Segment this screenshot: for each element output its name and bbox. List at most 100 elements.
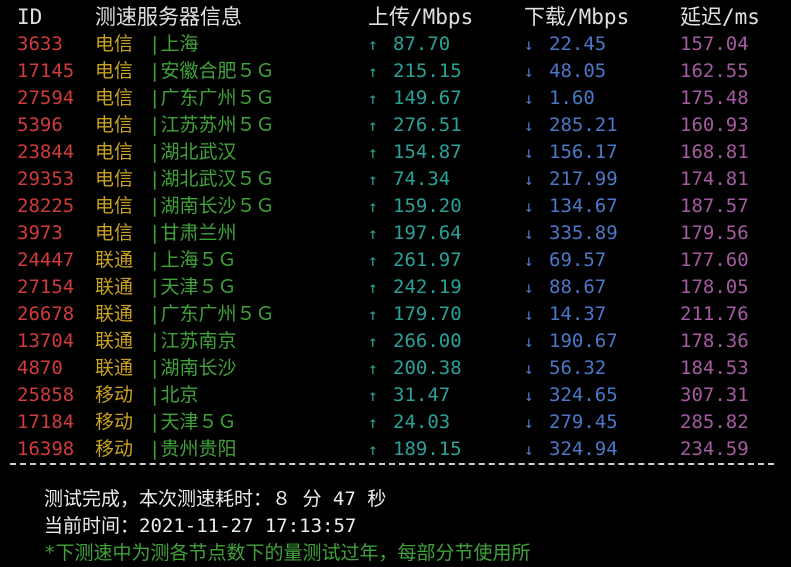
download-speed: 88.67 bbox=[549, 276, 607, 298]
terminal-window: ID 测速服务器信息 上传/Mbps 下载/Mbps 延迟/ms 3633 电信 |… bbox=[0, 0, 791, 564]
latency-value: 177.60 bbox=[680, 249, 749, 271]
download-arrow-icon: ↓ bbox=[524, 251, 534, 270]
isp-name: 联通 bbox=[95, 303, 134, 325]
cutoff-text: *下测速中为测各节点数下的量测试过年，每部分节使用所 bbox=[44, 542, 531, 564]
latency-value: 179.56 bbox=[680, 222, 749, 244]
server-location: |上海 bbox=[149, 33, 199, 55]
download-arrow-icon: ↓ bbox=[524, 143, 534, 162]
upload-arrow-icon: ↑ bbox=[368, 197, 378, 216]
latency-value: 307.31 bbox=[680, 384, 749, 406]
completion-message: 测试完成，本次测速耗时：８ 分 47 秒 bbox=[44, 488, 387, 510]
download-arrow-icon: ↓ bbox=[524, 440, 534, 459]
upload-speed: 87.70 bbox=[393, 33, 451, 55]
server-location: |北京 bbox=[149, 384, 199, 406]
download-arrow-icon: ↓ bbox=[524, 359, 534, 378]
server-location: |湖南长沙５Ｇ bbox=[149, 195, 275, 217]
upload-arrow-icon: ↑ bbox=[368, 386, 378, 405]
server-id: 3633 bbox=[17, 33, 63, 55]
upload-speed: 159.20 bbox=[393, 195, 462, 217]
table-row: 24447 联通 |上海５Ｇ ↑ 261.97 ↓ 69.57 177.60 bbox=[0, 247, 791, 274]
dashed-separator bbox=[10, 463, 774, 465]
server-location: |天津５Ｇ bbox=[149, 411, 237, 433]
upload-arrow-icon: ↑ bbox=[368, 143, 378, 162]
isp-name: 电信 bbox=[95, 87, 134, 109]
download-arrow-icon: ↓ bbox=[524, 197, 534, 216]
upload-speed: 179.70 bbox=[393, 303, 462, 325]
table-row: 13704 联通 |江苏南京 ↑ 266.00 ↓ 190.67 178.36 bbox=[0, 328, 791, 355]
download-arrow-icon: ↓ bbox=[524, 116, 534, 135]
download-speed: 156.17 bbox=[549, 141, 618, 163]
upload-speed: 74.34 bbox=[393, 168, 451, 190]
server-location: |广东广州５Ｇ bbox=[149, 303, 275, 325]
upload-arrow-icon: ↑ bbox=[368, 62, 378, 81]
table-row: 27154 联通 |天津５Ｇ ↑ 242.19 ↓ 88.67 178.05 bbox=[0, 274, 791, 301]
upload-speed: 215.15 bbox=[393, 60, 462, 82]
table-row: 4870 联通 |湖南长沙 ↑ 200.38 ↓ 56.32 184.53 bbox=[0, 355, 791, 382]
download-speed: 1.60 bbox=[549, 87, 595, 109]
upload-speed: 276.51 bbox=[393, 114, 462, 136]
download-arrow-icon: ↓ bbox=[524, 413, 534, 432]
latency-value: 285.82 bbox=[680, 411, 749, 433]
download-speed: 217.99 bbox=[549, 168, 618, 190]
latency-value: 160.93 bbox=[680, 114, 749, 136]
upload-arrow-icon: ↑ bbox=[368, 278, 378, 297]
upload-speed: 242.19 bbox=[393, 276, 462, 298]
upload-arrow-icon: ↑ bbox=[368, 89, 378, 108]
table-row: 23844 电信 |湖北武汉 ↑ 154.87 ↓ 156.17 168.81 bbox=[0, 139, 791, 166]
latency-value: 174.81 bbox=[680, 168, 749, 190]
server-location: |安徽合肥５Ｇ bbox=[149, 60, 275, 82]
download-speed: 279.45 bbox=[549, 411, 618, 433]
server-location: |上海５Ｇ bbox=[149, 249, 237, 271]
latency-value: 184.53 bbox=[680, 357, 749, 379]
download-speed: 335.89 bbox=[549, 222, 618, 244]
upload-arrow-icon: ↑ bbox=[368, 116, 378, 135]
server-id: 16398 bbox=[17, 438, 75, 460]
isp-name: 移动 bbox=[95, 438, 134, 460]
table-row: 17145 电信 |安徽合肥５Ｇ ↑ 215.15 ↓ 48.05 162.55 bbox=[0, 58, 791, 85]
isp-name: 联通 bbox=[95, 357, 134, 379]
download-speed: 324.65 bbox=[549, 384, 618, 406]
summary: 测试完成，本次测速耗时：８ 分 47 秒 当前时间：2021-11-27 17:… bbox=[44, 486, 386, 540]
upload-arrow-icon: ↑ bbox=[368, 332, 378, 351]
server-id: 24447 bbox=[17, 249, 75, 271]
isp-name: 电信 bbox=[95, 141, 134, 163]
server-id: 3973 bbox=[17, 222, 63, 244]
table-row: 16398 移动 |贵州贵阳 ↑ 189.15 ↓ 324.94 234.59 bbox=[0, 436, 791, 463]
upload-speed: 197.64 bbox=[393, 222, 462, 244]
upload-arrow-icon: ↑ bbox=[368, 413, 378, 432]
table-row: 3973 电信 |甘肃兰州 ↑ 197.64 ↓ 335.89 179.56 bbox=[0, 220, 791, 247]
download-arrow-icon: ↓ bbox=[524, 170, 534, 189]
isp-name: 电信 bbox=[95, 168, 134, 190]
upload-arrow-icon: ↑ bbox=[368, 170, 378, 189]
table-row: 3633 电信 |上海 ↑ 87.70 ↓ 22.45 157.04 bbox=[0, 31, 791, 58]
server-id: 28225 bbox=[17, 195, 75, 217]
server-location: |甘肃兰州 bbox=[149, 222, 237, 244]
server-id: 17145 bbox=[17, 60, 75, 82]
latency-value: 178.05 bbox=[680, 276, 749, 298]
table-row: 28225 电信 |湖南长沙５Ｇ ↑ 159.20 ↓ 134.67 187.57 bbox=[0, 193, 791, 220]
latency-value: 234.59 bbox=[680, 438, 749, 460]
isp-name: 联通 bbox=[95, 330, 134, 352]
upload-speed: 149.67 bbox=[393, 87, 462, 109]
header-upload: 上传/Mbps bbox=[368, 5, 474, 29]
latency-value: 168.81 bbox=[680, 141, 749, 163]
download-speed: 69.57 bbox=[549, 249, 607, 271]
download-arrow-icon: ↓ bbox=[524, 62, 534, 81]
table-header: ID 测速服务器信息 上传/Mbps 下载/Mbps 延迟/ms bbox=[0, 4, 791, 31]
download-arrow-icon: ↓ bbox=[524, 386, 534, 405]
table-row: 25858 移动 |北京 ↑ 31.47 ↓ 324.65 307.31 bbox=[0, 382, 791, 409]
upload-arrow-icon: ↑ bbox=[368, 305, 378, 324]
header-id: ID bbox=[17, 5, 43, 29]
header-server: 测速服务器信息 bbox=[95, 5, 242, 29]
upload-speed: 189.15 bbox=[393, 438, 462, 460]
server-location: |湖北武汉５Ｇ bbox=[149, 168, 275, 190]
isp-name: 电信 bbox=[95, 33, 134, 55]
upload-arrow-icon: ↑ bbox=[368, 224, 378, 243]
server-id: 4870 bbox=[17, 357, 63, 379]
latency-value: 162.55 bbox=[680, 60, 749, 82]
server-location: |广东广州５Ｇ bbox=[149, 87, 275, 109]
server-id: 25858 bbox=[17, 384, 75, 406]
server-location: |天津５Ｇ bbox=[149, 276, 237, 298]
download-speed: 56.32 bbox=[549, 357, 607, 379]
table-row: 17184 移动 |天津５Ｇ ↑ 24.03 ↓ 279.45 285.82 bbox=[0, 409, 791, 436]
